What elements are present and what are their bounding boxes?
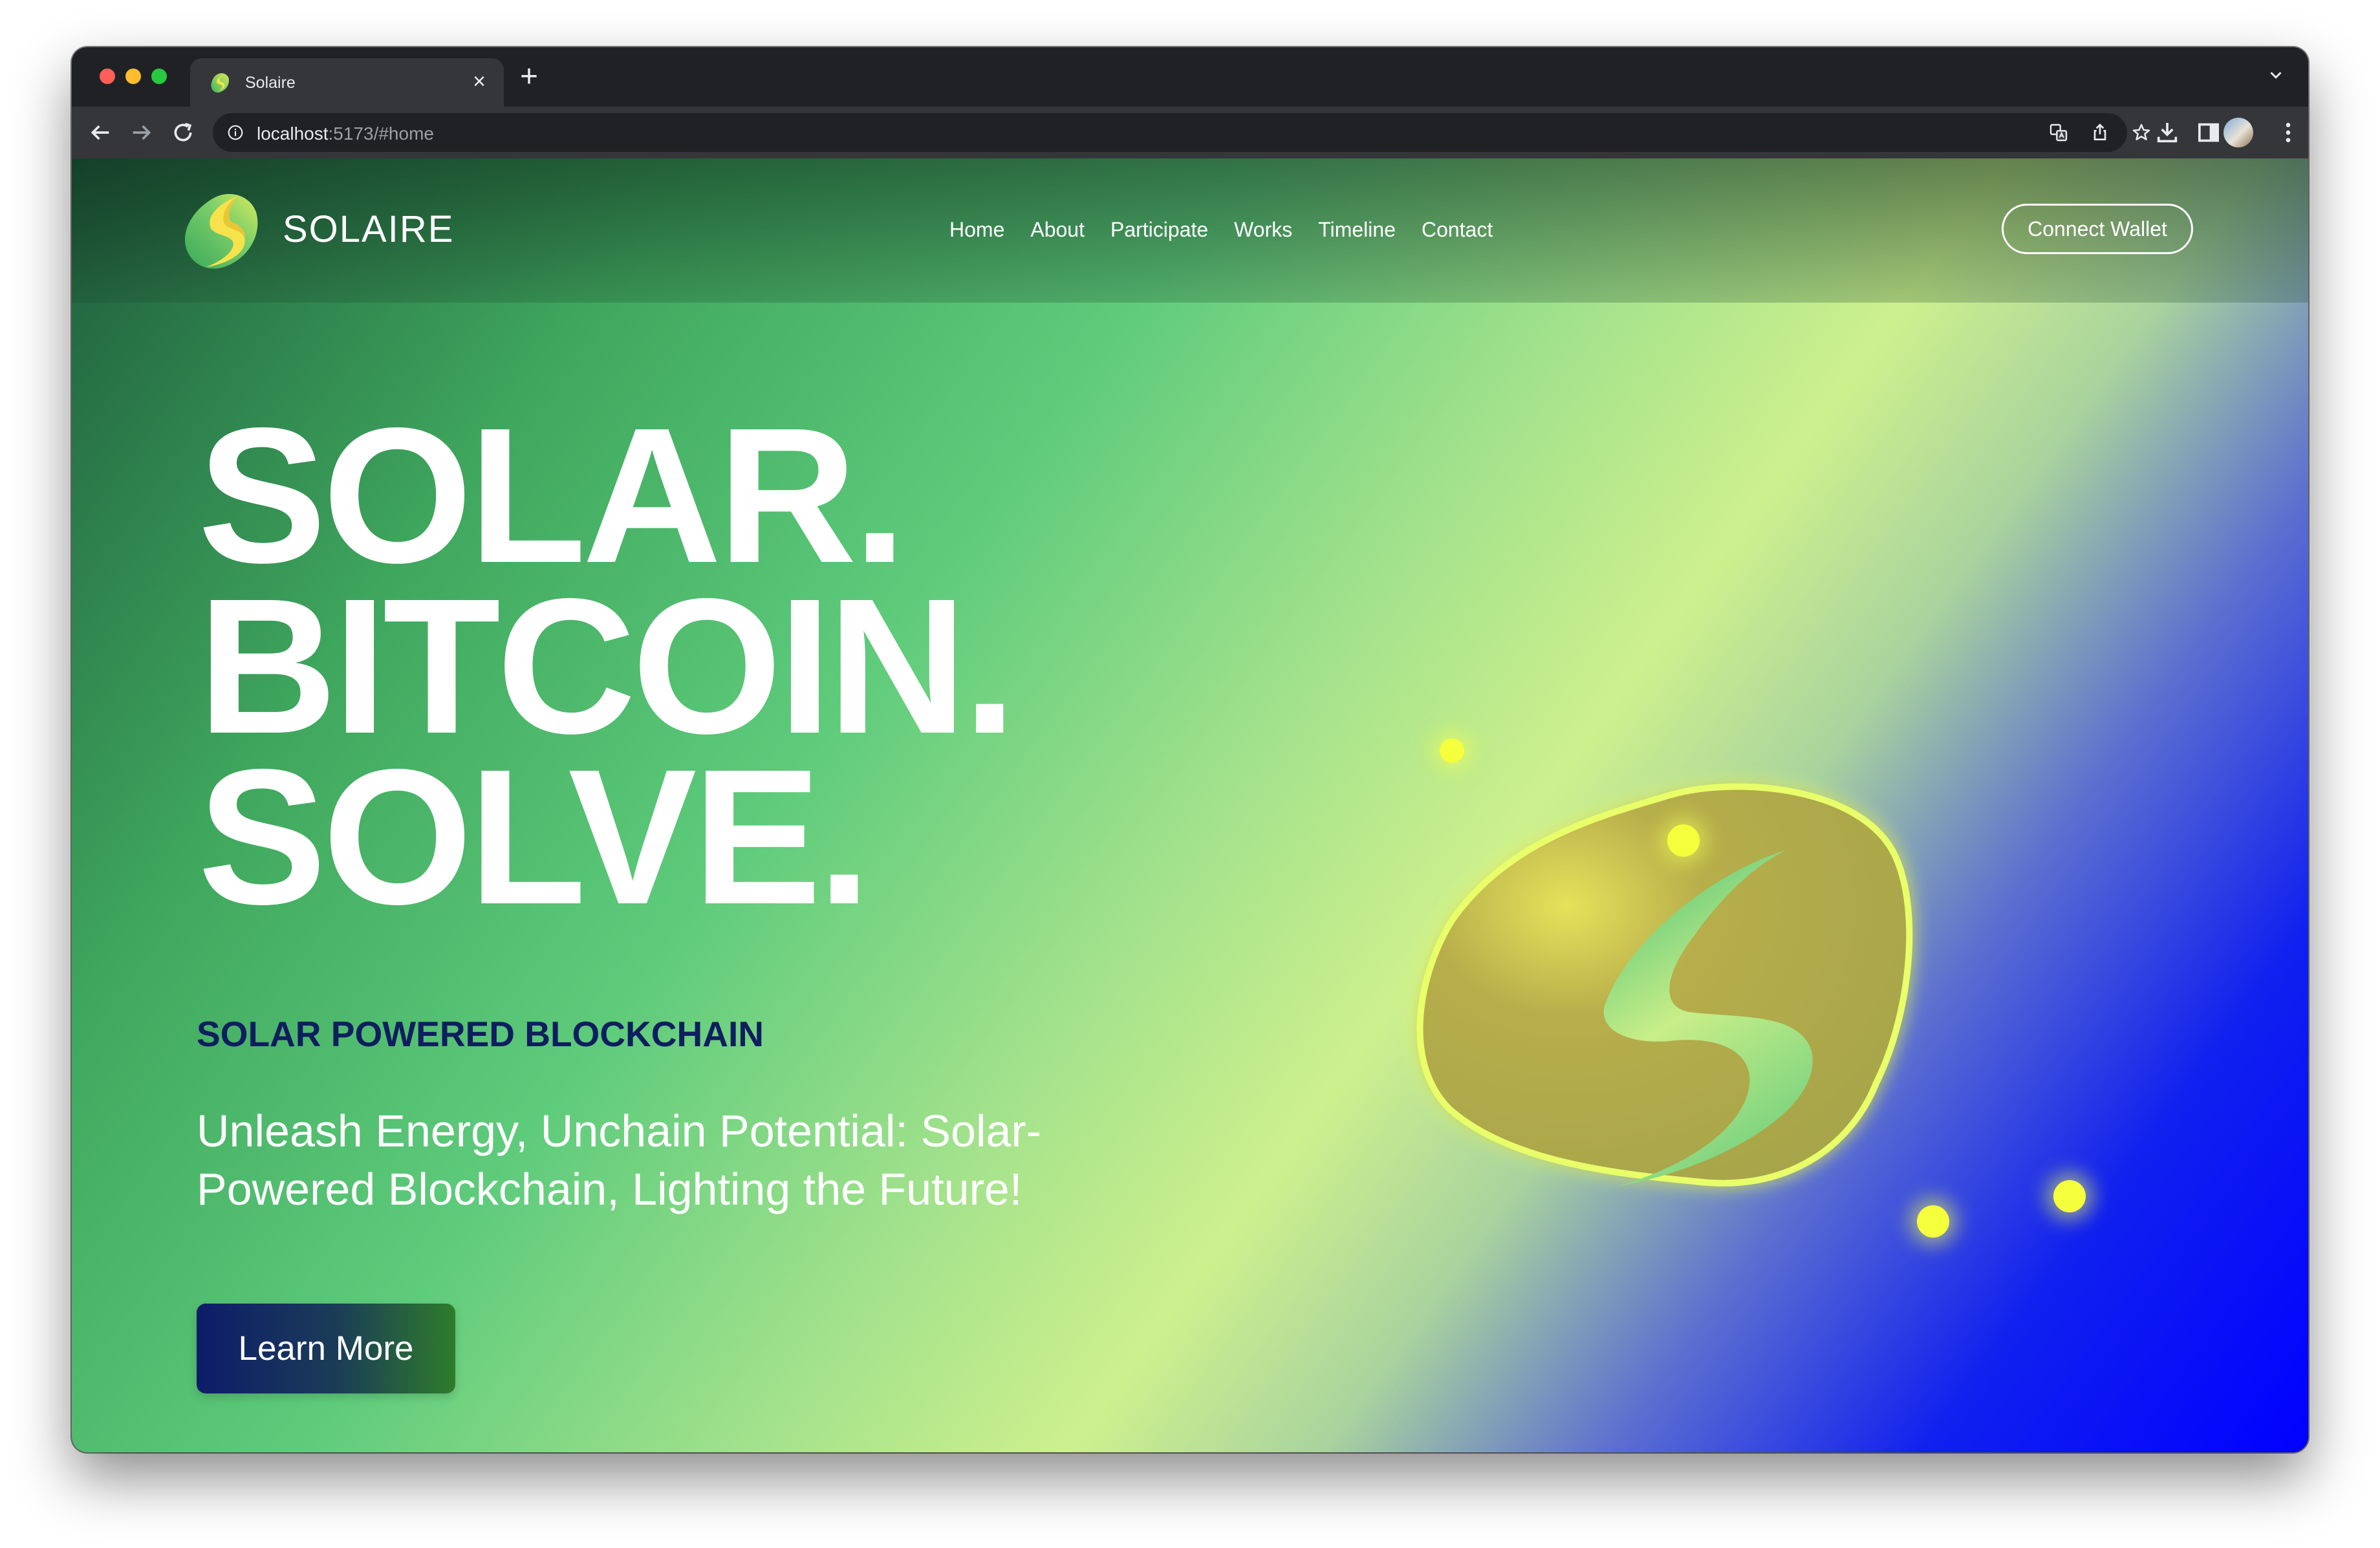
web-page: SOLAIRE Home About Participate Works Tim… [72, 158, 2308, 1452]
browser-toolbar: localhost:5173/#home [72, 107, 2308, 158]
browser-window: Solaire × + localhost:5173/#home SOLAIRE… [72, 47, 2308, 1452]
hero-tagline: Unleash Energy, Unchain Potential: Solar… [197, 1106, 1042, 1214]
sidebar-icon[interactable] [2196, 120, 2222, 145]
hero-headline: SOLAR. BITCOIN. SOLVE. [198, 388, 1017, 945]
address-bar[interactable]: localhost:5173/#home [213, 113, 2150, 152]
tab-title: Solaire [245, 74, 296, 92]
nav-link-timeline[interactable]: Timeline [1318, 218, 1396, 242]
share-icon[interactable] [2090, 122, 2110, 143]
nav-link-home[interactable]: Home [949, 218, 1004, 242]
solaire-logo-icon[interactable] [182, 189, 263, 274]
headline-line-2: BITCOIN. [198, 559, 1017, 774]
connect-wallet-button[interactable]: Connect Wallet [2002, 204, 2193, 254]
info-icon[interactable] [227, 124, 244, 141]
glow-dot [1440, 738, 1464, 763]
nav-link-contact[interactable]: Contact [1422, 218, 1493, 242]
minimize-window-button[interactable] [125, 69, 141, 84]
tab-strip: Solaire × + [72, 47, 2308, 107]
headline-line-1: SOLAR. [198, 388, 907, 603]
download-icon[interactable] [2154, 120, 2180, 145]
reload-icon[interactable] [170, 120, 196, 145]
glow-dot [1917, 1205, 1949, 1238]
headline-line-3: SOLVE. [198, 729, 871, 945]
translate-icon[interactable] [2048, 122, 2069, 143]
avatar[interactable] [2223, 118, 2253, 147]
browser-tab[interactable]: Solaire × [190, 58, 504, 107]
close-tab-icon[interactable]: × [473, 70, 486, 93]
glow-dot [1667, 824, 1700, 857]
site-navbar: SOLAIRE Home About Participate Works Tim… [72, 158, 2308, 303]
more-vert-icon[interactable] [2275, 120, 2301, 145]
solaire-favicon-icon [211, 73, 229, 93]
maximize-window-button[interactable] [151, 69, 167, 84]
chevron-down-icon[interactable] [2266, 65, 2286, 85]
glow-dot [2053, 1180, 2086, 1212]
nav-link-works[interactable]: Works [1234, 218, 1292, 242]
hero-subheading: SOLAR POWERED BLOCKCHAIN [197, 1014, 764, 1054]
nav-link-participate[interactable]: Participate [1110, 218, 1208, 242]
new-tab-plus-icon[interactable]: + [520, 61, 538, 92]
back-arrow-icon[interactable] [87, 120, 113, 145]
brand-name[interactable]: SOLAIRE [283, 208, 454, 251]
url-text[interactable]: localhost:5173/#home [257, 124, 434, 144]
close-window-button[interactable] [100, 69, 115, 84]
forward-arrow-icon[interactable] [129, 120, 155, 145]
star-icon[interactable] [2131, 122, 2152, 143]
nav-link-about[interactable]: About [1030, 218, 1085, 242]
main-menu: Home About Participate Works Timeline Co… [949, 218, 1493, 242]
learn-more-button[interactable]: Learn More [197, 1304, 455, 1393]
